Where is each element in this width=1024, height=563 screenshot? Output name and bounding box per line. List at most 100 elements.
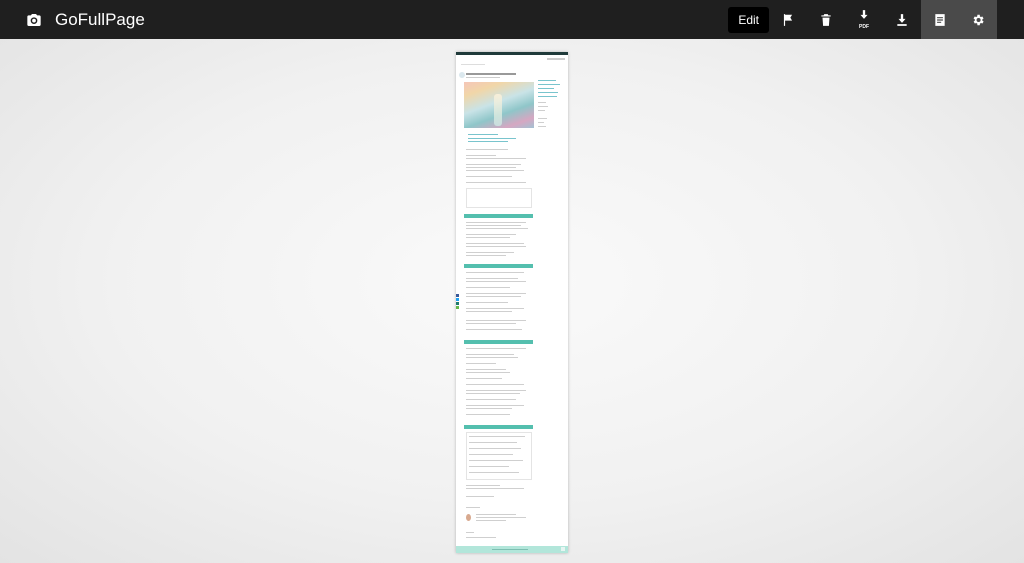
preview-text-line [466,323,516,324]
preview-text-line [469,436,525,437]
preview-text-line [466,302,508,303]
preview-sidebar-text [538,102,546,103]
preview-text-line [466,182,526,183]
preview-text-line [469,454,513,455]
preview-sidebar-text [538,122,544,123]
preview-text-line [466,255,506,256]
preview-sidebar-text [538,110,545,111]
download-button[interactable] [883,0,921,39]
preview-footer [456,546,568,553]
preview-text-line [469,442,517,443]
preview-text-line [476,520,506,521]
preview-text-line [466,225,521,226]
preview-text-line [466,372,510,373]
preview-text-line [468,134,498,135]
settings-button[interactable] [959,0,997,39]
preview-header-bar [456,52,568,55]
preview-text-line [466,507,480,508]
preview-avatar [459,72,465,78]
preview-text-line [466,357,518,358]
preview-text-line [466,252,514,253]
preview-text-line [468,141,508,142]
preview-section-heading [464,425,533,429]
preview-text-line [466,537,496,538]
preview-text-line [466,293,526,294]
preview-text-line [466,414,510,415]
preview-sidebar-link [538,88,554,89]
preview-sidebar-text [538,118,547,119]
preview-table-of-contents [466,188,532,208]
preview-text-line [466,296,521,297]
preview-article-title [466,73,516,75]
preview-text-line [466,281,526,282]
preview-section-heading [464,340,533,344]
pdf-label: PDF [859,24,869,30]
preview-text-line [476,514,516,515]
preview-sidebar-link [538,84,560,85]
preview-text-line [466,246,526,247]
preview-text-line [466,369,506,370]
camera-icon [27,13,41,26]
app-title: GoFullPage [55,9,145,29]
preview-text-line [466,393,520,394]
preview-text-line [466,496,494,497]
preview-text-line [466,155,496,156]
preview-text-line [466,311,512,312]
preview-text-line [466,278,518,279]
preview-text-line [476,517,526,518]
preview-hero-image [464,82,534,128]
preview-breadcrumb [461,64,485,65]
preview-sidebar-link [538,92,558,93]
preview-text-line [466,399,516,400]
preview-text-line [469,472,519,473]
preview-text-line [466,329,522,330]
preview-text-line [466,164,521,165]
preview-text-line [466,228,528,229]
download-pdf-icon [860,10,868,19]
gear-icon [973,14,984,25]
preview-text-line [466,378,502,379]
preview-text-line [466,405,524,406]
brand: GoFullPage [26,10,145,30]
download-pdf-button[interactable]: PDF [845,0,883,39]
preview-sidebar-text [538,126,546,127]
preview-text-line [466,408,512,409]
preview-text-line [466,287,510,288]
preview-text-line [466,485,500,486]
preview-sidebar-link [538,80,556,81]
edit-button[interactable]: Edit [728,6,769,33]
preview-sidebar-text [538,106,548,107]
preview-section-heading [464,264,533,268]
trash-icon [821,13,831,26]
preview-text-line [466,170,524,171]
download-icon [897,13,907,26]
preview-article-meta [466,77,500,78]
preview-text-line [466,308,524,309]
preview-text-line [466,488,524,489]
preview-text-line [469,466,509,467]
flag-icon [783,13,793,26]
preview-text-line [466,390,526,391]
preview-text-line [466,354,514,355]
preview-text-line [466,272,524,273]
delete-button[interactable] [807,0,845,39]
preview-section-heading [464,214,533,218]
preview-text-line [466,363,496,364]
top-toolbar: GoFullPage Edit PDF [0,0,1024,39]
preview-author-avatar [466,514,471,521]
preview-text-line [466,320,526,321]
preview-text-line [466,348,526,349]
preview-text-line [466,149,508,150]
preview-side-tabs [456,294,459,311]
preview-text-line [469,460,523,461]
toolbar-actions: Edit PDF [728,0,997,39]
preview-text-line [466,222,526,223]
preview-text-line [466,234,516,235]
preview-text-line [466,237,510,238]
preview-text-line [466,176,512,177]
preview-nav [547,58,565,60]
preview-text-line [466,384,524,385]
flag-button[interactable] [769,0,807,39]
document-button[interactable] [921,0,959,39]
screenshot-preview[interactable] [456,52,568,553]
